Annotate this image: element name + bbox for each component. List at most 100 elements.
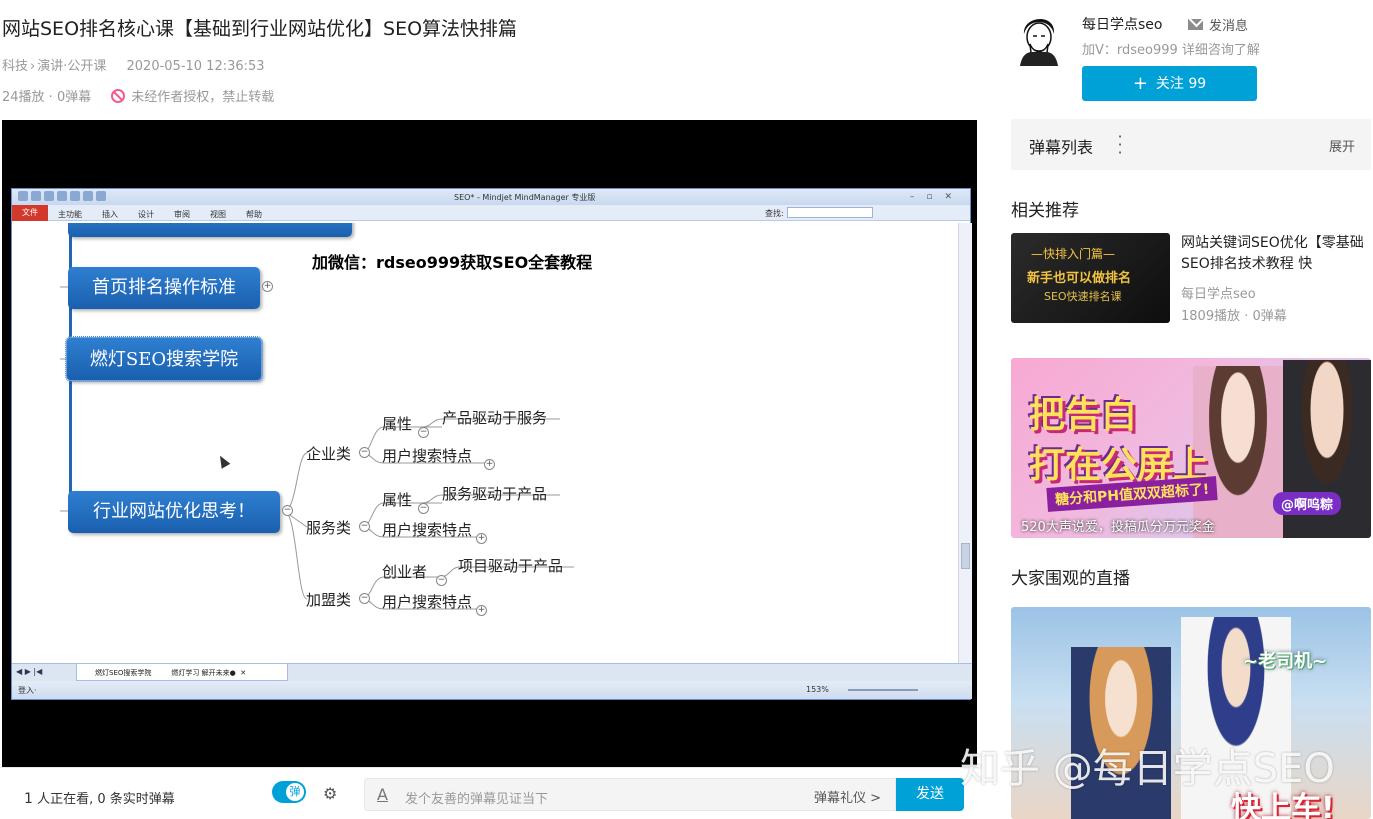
file-menu: 文件 [12,205,48,221]
mindmap-node-top [68,223,352,237]
danmaku-toggle[interactable]: 弹 [272,781,306,803]
mindmap-node-seo-academy: 燃灯SEO搜索学院 [65,336,263,382]
video-player[interactable]: SEO* - Mindjet MindManager 专业版 –▫✕ 文件 主功… [2,120,977,767]
related-video-uploader[interactable]: 每日学点seo [1181,283,1256,302]
send-message-label: 发消息 [1209,19,1249,34]
no-reprint-icon [111,88,126,103]
collapse-icon: − [418,503,429,514]
category-link[interactable]: 科技 [2,59,28,74]
copyright-notice: 未经作者授权，禁止转载 [111,86,274,105]
video-title: 网站SEO排名核心课【基础到行业网站优化】SEO算法快排篇 [2,18,518,40]
live-overlay-text: ~老司机~ [1243,651,1328,672]
promo-headline: 把告白 [1029,395,1138,436]
realtime-danmaku-count: 0 条实时弹幕 [97,792,175,807]
subcategory-link[interactable]: 演讲·公开课 [37,59,106,74]
mm-document-tabs: ◀ ▶ |◀ 燃灯SEO搜索学院 燃灯学习 解开未来● ✕ [12,663,972,681]
viewers-text: 人正在看, [37,792,94,807]
ribbon-tab: 帮助 [246,210,262,219]
mm-statusbar: 登入· 153% [12,681,972,699]
danmaku-list-title: 弹幕列表 [1029,138,1094,157]
expand-icon: + [262,281,273,292]
collapse-icon: − [359,521,370,532]
window-controls: –▫✕ [909,192,964,202]
mm-ribbon: 文件 主功能 插入 设计 审阅 视图 帮助 查找: [12,205,970,221]
branch-attr-value: 项目驱动于产品 [458,557,564,575]
mm-doc-tab: 燃灯SEO搜索学院 燃灯学习 解开未来● ✕ [76,664,288,681]
ribbon-tab: 主功能 [58,210,82,219]
branch-user-search: 用户搜索特点 [382,447,473,465]
tab-nav-arrows-icon: ◀ ▶ |◀ [16,667,43,676]
play-stats: 24播放 · 0弹幕 [2,90,92,105]
quick-access-toolbar [18,191,106,201]
promo-tag: @啊呜粽 [1273,492,1342,515]
promo-caption: 520大声说爱，投稿瓜分万元奖金 [1021,520,1215,535]
viewer-count: 1 人正在看, 0 条实时弹幕 [24,788,175,807]
ribbon-tabs: 主功能 插入 设计 审阅 视图 帮助 [58,209,262,220]
danmaku-input[interactable]: A 发个友善的弹幕见证当下 弹幕礼仪 > [364,778,896,811]
plus-icon: + [1132,73,1148,94]
more-options-icon[interactable]: · · · [1117,129,1123,161]
zhihu-watermark: 知乎 @每日学点SEO [960,746,1335,792]
find-box [787,207,873,218]
mindmap-node-industry-site: 行业网站优化思考！ [68,491,280,533]
expand-icon: + [476,533,487,544]
mm-zoom-level: 153% [806,685,829,694]
expand-icon: + [476,605,487,616]
send-message-link[interactable]: 发消息 [1188,15,1248,34]
thumb-text: —快排入门篇— [1031,247,1116,261]
text-style-icon[interactable]: A [377,785,388,804]
danmaku-list-expand[interactable]: 展开 [1329,136,1355,155]
ribbon-tab: 设计 [138,210,154,219]
collapse-icon: − [359,593,370,604]
uploader-name[interactable]: 每日学点seo [1082,14,1162,34]
mm-zoom-slider [848,689,918,691]
branch-entrepreneur: 创业者 [382,563,428,581]
mm-titlebar: SEO* - Mindjet MindManager 专业版 –▫✕ [12,189,970,205]
branch-enterprise: 企业类 [306,445,352,463]
related-video-thumbnail[interactable]: —快排入门篇— 新手也可以做排名 SEO快速排名课 [1011,233,1170,323]
mm-vertical-scrollbar [958,223,972,663]
danmaku-sending-bar: 1 人正在看, 0 条实时弹幕 弹 ⚙ A 发个友善的弹幕见证当下 弹幕礼仪 >… [0,767,978,819]
branch-attr: 属性 [382,415,413,433]
live-heading: 大家围观的直播 [1011,569,1130,589]
copyright-text: 未经作者授权，禁止转载 [131,90,275,105]
envelope-icon [1188,19,1203,30]
ribbon-tab: 审阅 [174,210,190,219]
mm-window-title: SEO* - Mindjet MindManager 专业版 [454,193,596,202]
danmaku-list-panel[interactable]: 弹幕列表 · · · 展开 [1011,119,1371,170]
follow-button[interactable]: + 关注 99 [1082,66,1257,101]
avatar-illustration [1020,18,1058,66]
expand-icon: + [484,459,495,470]
publish-date: 2020-05-10 12:36:53 [126,59,265,74]
branch-user-search: 用户搜索特点 [382,593,473,611]
related-video-stats: 1809播放 · 0弹幕 [1181,309,1287,324]
mindmap-canvas: 加微信：rdseo999获取SEO全套教程 首页排名操作标准 + 燃灯SEO搜索… [12,223,958,663]
related-video-title[interactable]: 网站关键词SEO优化【零基础SEO排名技术教程 快 [1181,233,1367,275]
branch-attr: 属性 [382,491,413,509]
promo-banner[interactable]: 把告白 打在公屏上 糖分和PH值双双超标了! @啊呜粽 520大声说爱，投稿瓜分… [1011,358,1371,538]
danmaku-toggle-label: 弹 [286,783,304,801]
mindmap-node-homepage-ranking: 首页排名操作标准 [68,267,260,309]
wechat-banner: 加微信：rdseo999获取SEO全套教程 [312,253,593,272]
danmaku-placeholder: 发个友善的弹幕见证当下 [405,792,549,807]
danmaku-settings-icon[interactable]: ⚙ [323,784,347,803]
find-label: 查找: [765,209,784,218]
collapse-icon: − [359,447,370,458]
branch-franchise: 加盟类 [306,591,352,609]
uploader-avatar[interactable] [1016,10,1062,66]
send-danmaku-button[interactable]: 发送 [896,778,964,811]
follow-label: 关注 99 [1155,76,1207,92]
branch-user-search: 用户搜索特点 [382,521,473,539]
branch-attr-value: 服务驱动于产品 [442,485,548,503]
danmaku-etiquette-link[interactable]: 弹幕礼仪 > [814,787,881,806]
video-stats: 24播放 · 0弹幕 未经作者授权，禁止转载 [2,86,274,105]
related-heading: 相关推荐 [1011,201,1079,221]
mindmanager-window: SEO* - Mindjet MindManager 专业版 –▫✕ 文件 主功… [11,188,972,700]
branch-attr-value: 产品驱动于服务 [442,409,548,427]
video-meta: 科技 › 演讲·公开课 2020-05-10 12:36:53 [2,55,265,74]
uploader-description: 加V：rdseo999 详细咨询了解 [1082,43,1260,58]
collapse-icon: − [418,427,429,438]
collapse-icon: − [282,505,293,516]
thumb-text: 新手也可以做排名 [1027,271,1132,286]
viewers-number: 1 [24,791,33,807]
